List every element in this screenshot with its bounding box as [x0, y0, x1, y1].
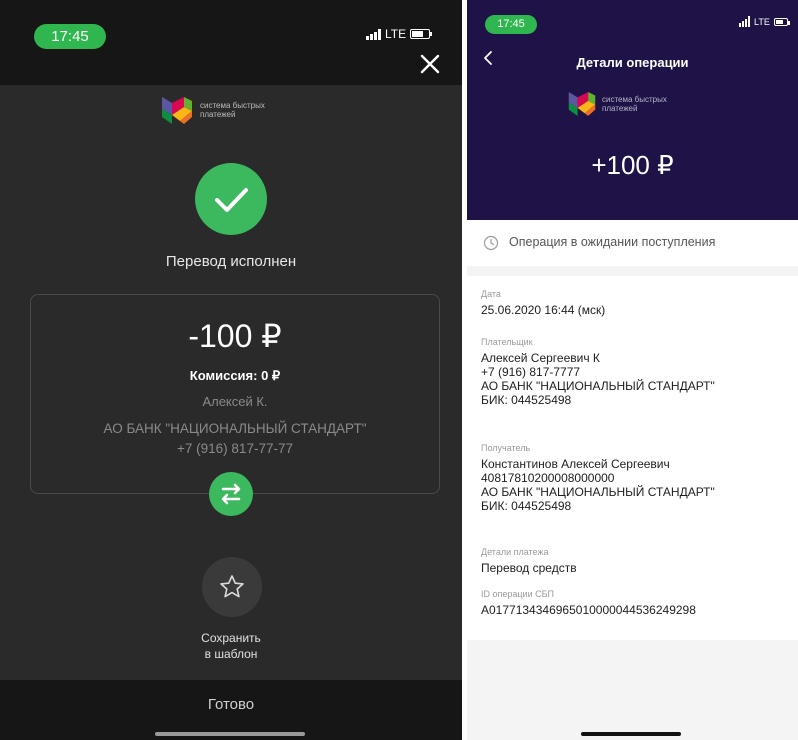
payer-phone: +7 (916) 817-7777	[481, 365, 581, 379]
clock-icon	[483, 235, 499, 251]
status-time: 17:45	[485, 15, 537, 34]
date-section: Дата 25.06.2020 16:44 (мск)	[481, 288, 791, 317]
date-value: 25.06.2020 16:44 (мск)	[481, 303, 606, 317]
status-time: 17:45	[34, 24, 106, 49]
status-icons: LTE	[366, 27, 433, 41]
operation-header: 17:45 LTE Детали операции система быстры…	[467, 0, 798, 220]
recipient-label: Получатель	[481, 443, 531, 453]
operation-details: Дата 25.06.2020 16:44 (мск) Плательщик А…	[467, 276, 798, 640]
sbp-op-id-label: ID операции СБП	[481, 589, 554, 599]
payer-section: Плательщик Алексей Сергеевич К +7 (916) …	[481, 336, 791, 407]
page-title: Детали операции	[576, 55, 689, 70]
payment-details-label: Детали платежа	[481, 547, 549, 557]
network-type: LTE	[385, 27, 407, 41]
battery-icon	[410, 29, 433, 39]
payer-bank: АО БАНК "НАЦИОНАЛЬНЫЙ СТАНДАРТ"	[481, 379, 715, 393]
payee-bank: АО БАНК "НАЦИОНАЛЬНЫЙ СТАНДАРТ"	[103, 421, 367, 436]
status-icons: LTE	[739, 15, 790, 27]
save-template-button[interactable]	[202, 557, 262, 617]
sbp-logo: система быстрых платежей	[567, 90, 692, 117]
sbp-op-id-section: ID операции СБП A01771343469650100000445…	[481, 588, 791, 617]
done-button[interactable]: Готово	[0, 696, 462, 713]
fee-label: Комиссия:	[189, 368, 258, 383]
sbp-logo-text: система быстрых платежей	[602, 94, 667, 113]
signal-icon	[739, 15, 750, 27]
right-phone-screen: 17:45 LTE Детали операции система быстры…	[467, 0, 798, 740]
sbp-logo: система быстрых платежей	[160, 95, 300, 125]
recipient-bik: БИК: 044525498	[481, 499, 572, 513]
recipient-bank: АО БАНК "НАЦИОНАЛЬНЫЙ СТАНДАРТ"	[481, 485, 715, 499]
transfer-amount: -100 ₽	[188, 318, 282, 354]
swap-icon	[221, 483, 241, 505]
operation-amount: +100 ₽	[591, 150, 674, 180]
sbp-logo-icon	[162, 97, 192, 124]
save-template-label[interactable]: Сохранить в шаблон	[0, 630, 462, 662]
fee-value: 0 ₽	[261, 368, 281, 383]
home-indicator	[155, 732, 305, 736]
left-phone-screen: 17:45 LTE система быстрых платежей Перев…	[0, 0, 462, 740]
pending-status-text: Операция в ожидании поступления	[509, 235, 716, 249]
recipient-name: Константинов Алексей Сергеевич	[481, 457, 670, 471]
payment-details-value: Перевод средств	[481, 561, 577, 575]
payment-details-section: Детали платежа Перевод средств	[481, 546, 791, 575]
battery-icon	[773, 18, 790, 26]
payee-phone: +7 (916) 817-77-77	[177, 441, 293, 456]
signal-icon	[366, 28, 381, 40]
payer-label: Плательщик	[481, 337, 533, 347]
home-indicator	[581, 732, 681, 736]
date-label: Дата	[481, 289, 501, 299]
payee-name: Алексей К.	[202, 394, 268, 409]
success-badge	[195, 163, 267, 235]
check-icon	[215, 188, 248, 212]
transfer-status: Перевод исполнен	[165, 253, 297, 270]
fee-line: Комиссия: 0 ₽	[31, 368, 439, 384]
sbp-op-id-value: A01771343469650100000445362492​98	[481, 603, 696, 617]
recipient-section: Получатель Константинов Алексей Сергееви…	[481, 442, 791, 513]
star-icon	[220, 575, 244, 598]
sbp-logo-icon	[568, 92, 596, 116]
sbp-logo-text: система быстрых платежей	[200, 101, 265, 119]
receipt-card: -100 ₽ Комиссия: 0 ₽ Алексей К. АО БАНК …	[30, 294, 440, 494]
close-icon[interactable]	[418, 52, 442, 76]
pending-status-row: Операция в ожидании поступления	[467, 220, 798, 266]
bottom-bar: Готово	[0, 680, 462, 740]
network-type: LTE	[754, 17, 770, 27]
repeat-transfer-button[interactable]	[209, 472, 253, 516]
payer-bik: БИК: 044525498	[481, 393, 572, 407]
recipient-account: 40817810200008000000	[481, 471, 615, 485]
payer-name: Алексей Сергеевич К	[481, 351, 600, 365]
